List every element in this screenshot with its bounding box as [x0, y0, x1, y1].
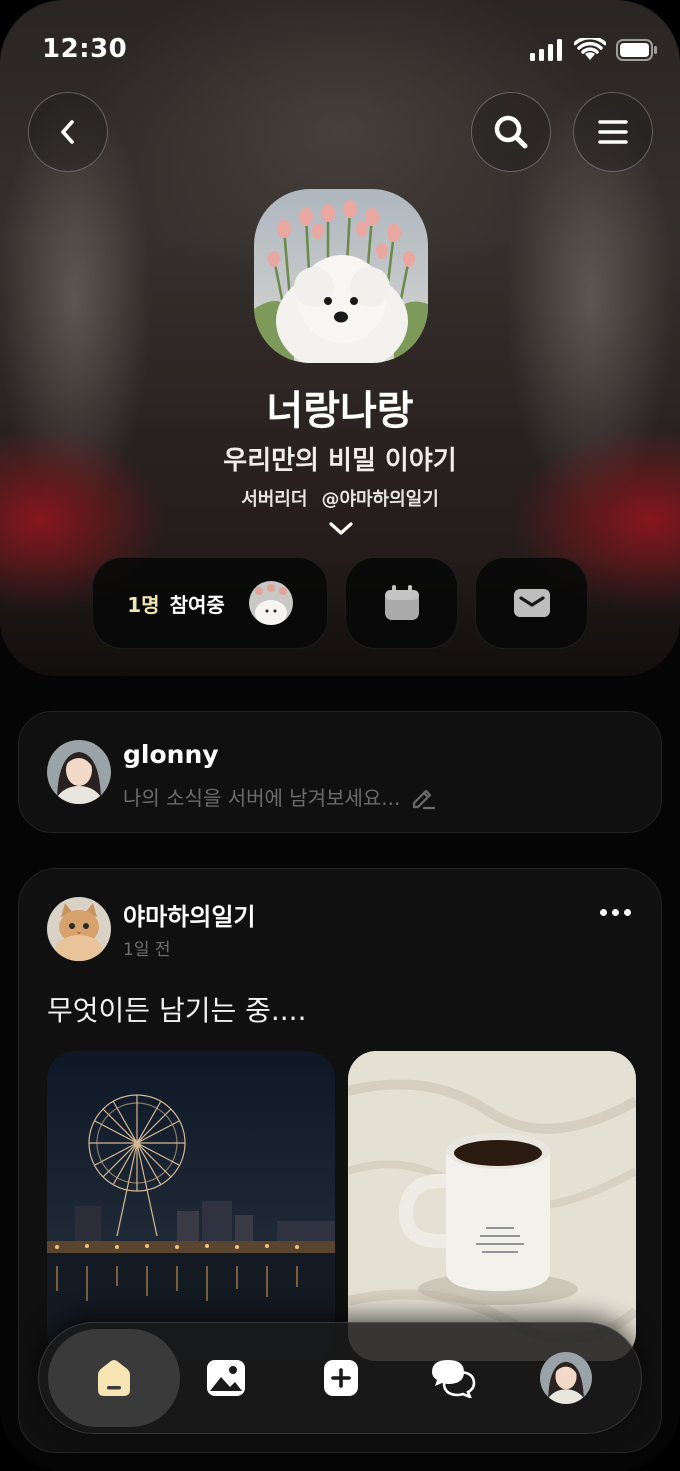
- participant-avatar: [248, 581, 293, 625]
- profile-avatar: [540, 1352, 592, 1404]
- hamburger-menu-icon: [598, 120, 628, 144]
- signal-icon: [530, 39, 562, 61]
- post-photo-coffee-mug[interactable]: [348, 1051, 636, 1361]
- post-photo-ferris-wheel[interactable]: [47, 1051, 335, 1361]
- menu-button[interactable]: [573, 92, 653, 172]
- post-text: 무엇이든 남기는 중....: [47, 994, 307, 1027]
- home-icon: [98, 1360, 130, 1396]
- post-composer[interactable]: glonny 나의 소식을 서버에 남겨보세요...: [18, 711, 662, 833]
- chevron-left-icon: [61, 120, 74, 144]
- server-avatar[interactable]: [254, 189, 428, 363]
- tab-create[interactable]: [300, 1329, 382, 1427]
- mail-icon: [513, 589, 550, 617]
- add-icon: [324, 1360, 358, 1396]
- app-screen: 12:30 너랑나랑 우리만의 비밀 이야기 서버리더 @야마하의일기 1명 참…: [0, 0, 680, 1471]
- server-leader-label: 서버리더: [241, 489, 308, 510]
- status-icons: [530, 38, 658, 62]
- tab-home[interactable]: [48, 1329, 180, 1427]
- gallery-icon: [207, 1360, 245, 1396]
- status-bar: 12:30: [0, 30, 680, 70]
- calendar-button[interactable]: [345, 557, 458, 649]
- user-avatar: [47, 740, 111, 804]
- pencil-icon: [413, 789, 436, 809]
- server-name: 너랑나랑: [266, 388, 414, 434]
- bottom-tab-bar: [38, 1322, 642, 1434]
- post-author-name[interactable]: 야마하의일기: [123, 897, 255, 932]
- back-button[interactable]: [28, 92, 108, 172]
- wifi-icon: [574, 38, 606, 60]
- dog-tulips-image: [254, 189, 428, 363]
- composer-placeholder-text: 나의 소식을 서버에 남겨보세요...: [123, 786, 401, 810]
- search-button[interactable]: [471, 92, 551, 172]
- post-author-avatar[interactable]: [47, 897, 111, 961]
- status-time: 12:30: [42, 34, 128, 64]
- search-icon: [494, 115, 528, 149]
- calendar-icon: [384, 585, 419, 620]
- composer-input[interactable]: 나의 소식을 서버에 남겨보세요...: [123, 782, 436, 811]
- participants-count: 1명: [127, 592, 160, 617]
- server-hero: 12:30 너랑나랑 우리만의 비밀 이야기 서버리더 @야마하의일기 1명 참…: [0, 0, 680, 676]
- chevron-down-icon[interactable]: [328, 520, 354, 538]
- more-options-icon[interactable]: [600, 909, 631, 916]
- chat-icon: [432, 1360, 476, 1398]
- server-leader-info: 서버리더 @야마하의일기: [0, 485, 680, 511]
- post-timestamp: 1일 전: [123, 940, 171, 960]
- battery-icon: [616, 39, 657, 61]
- server-leader-handle[interactable]: @야마하의일기: [321, 489, 438, 510]
- tab-gallery[interactable]: [185, 1329, 267, 1427]
- server-description: 우리만의 비밀 이야기: [223, 446, 457, 476]
- participants-label: 참여중: [169, 592, 225, 617]
- mail-button[interactable]: [475, 557, 588, 649]
- tab-chat[interactable]: [412, 1329, 494, 1427]
- participants-button[interactable]: 1명 참여중: [92, 557, 328, 649]
- tab-profile[interactable]: [525, 1329, 607, 1427]
- composer-username: glonny: [123, 740, 219, 769]
